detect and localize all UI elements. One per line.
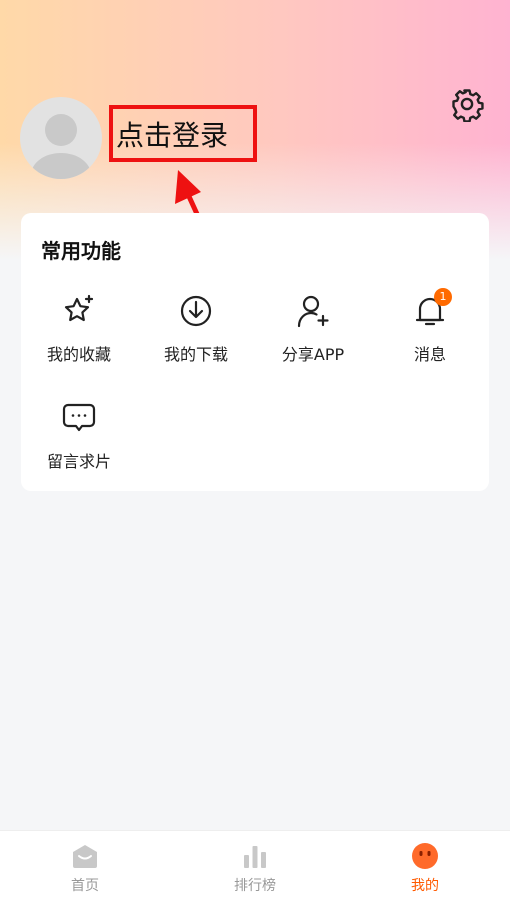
share-app-label: 分享APP bbox=[281, 345, 345, 364]
tab-mine-label: 我的 bbox=[411, 878, 439, 894]
request-movie-button[interactable]: 留言求片 bbox=[21, 400, 137, 490]
tab-mine[interactable]: 我的 bbox=[340, 831, 510, 900]
download-icon bbox=[180, 295, 212, 327]
avatar[interactable] bbox=[20, 97, 102, 179]
tab-home-label: 首页 bbox=[71, 878, 99, 894]
favorites-button[interactable]: 我的收藏 bbox=[21, 293, 137, 383]
login-link[interactable]: 点击登录 bbox=[116, 118, 228, 154]
bar-chart-icon bbox=[244, 846, 266, 868]
downloads-button[interactable]: 我的下载 bbox=[138, 293, 254, 383]
tab-home[interactable]: 首页 bbox=[0, 831, 170, 900]
tab-ranking-label: 排行榜 bbox=[234, 878, 276, 894]
settings-gear-icon[interactable] bbox=[449, 86, 485, 122]
unread-badge: 1 bbox=[434, 288, 452, 306]
messages-label: 消息 bbox=[413, 345, 446, 364]
section-title: 常用功能 bbox=[41, 239, 121, 263]
share-app-button[interactable]: 分享APP bbox=[255, 293, 371, 383]
messages-button[interactable]: 1 消息 bbox=[372, 288, 488, 383]
request-movie-label: 留言求片 bbox=[46, 452, 111, 471]
home-icon bbox=[73, 845, 97, 868]
face-icon bbox=[412, 843, 438, 869]
message-bubble-icon bbox=[62, 403, 96, 432]
downloads-label: 我的下载 bbox=[163, 345, 228, 364]
add-user-icon bbox=[297, 295, 329, 328]
bottom-tab-bar: 首页 排行榜 我的 bbox=[0, 830, 510, 900]
common-functions-card: 常用功能 我的收藏 我的下载 分享APP 1 消息 留言求片 bbox=[21, 213, 489, 491]
favorites-label: 我的收藏 bbox=[46, 345, 111, 364]
star-sparkle-icon bbox=[64, 294, 94, 322]
tab-ranking[interactable]: 排行榜 bbox=[170, 831, 340, 900]
default-avatar-icon bbox=[31, 114, 91, 179]
